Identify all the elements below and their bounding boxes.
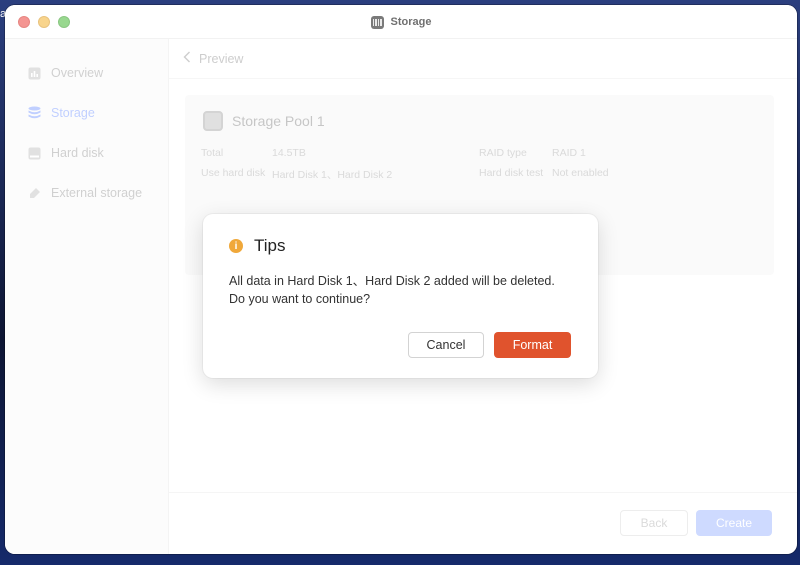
dialog-title: Tips	[254, 236, 286, 255]
info-icon: i	[229, 239, 243, 253]
dialog-header: i Tips	[229, 236, 286, 256]
format-button[interactable]: Format	[494, 332, 571, 358]
storage-window: Storage Overview Storage Hard disk Exter…	[5, 5, 797, 554]
cancel-button[interactable]: Cancel	[408, 332, 484, 358]
tips-dialog: i Tips All data in Hard Disk 1、Hard Disk…	[203, 214, 598, 378]
dialog-message: All data in Hard Disk 1、Hard Disk 2 adde…	[229, 274, 555, 306]
